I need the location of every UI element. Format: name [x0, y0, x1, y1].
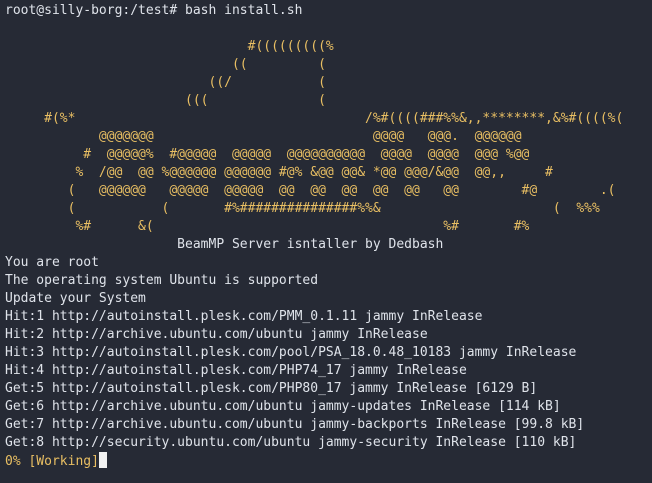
output-line: The operating system Ubuntu is supported — [5, 273, 319, 288]
output-line: Update your System — [5, 291, 146, 306]
output-line: Get:5 http://autoinstall.plesk.com/PHP80… — [5, 381, 538, 396]
output-line: You are root — [5, 255, 99, 270]
output-line: Get:6 http://archive.ubuntu.com/ubuntu j… — [5, 399, 561, 414]
output-line: Get:8 http://security.ubuntu.com/ubuntu … — [5, 435, 577, 450]
ascii-art-line: % /@@ @@ %@@@@@@ @@@@@@ #@% &@@ @@& *@@ … — [5, 165, 553, 180]
output-line: Hit:4 http://autoinstall.plesk.com/PHP74… — [5, 363, 467, 378]
working-status: [Working] — [28, 454, 99, 469]
terminal-window[interactable]: root@silly-borg:/test# bash install.sh #… — [0, 0, 652, 483]
output-line: Hit:3 http://autoinstall.plesk.com/pool/… — [5, 345, 577, 360]
ascii-art-line: #(%* /%#((((###%%&,,********,&%#((((%( — [5, 111, 624, 126]
output-line: Hit:1 http://autoinstall.plesk.com/PMM_0… — [5, 309, 483, 324]
output-line: Hit:2 http://archive.ubuntu.com/ubuntu j… — [5, 327, 428, 342]
ascii-art-line: ( ( #%###############%%& ( %%% — [5, 201, 600, 216]
terminal-cursor — [98, 452, 107, 468]
apt-status-line: 0% [Working] — [5, 452, 652, 470]
ascii-art-line: ( @@@@@@ @@@@@ @@@@@ @@ @@ @@ @@ @@ @@ #… — [5, 183, 616, 198]
progress-percent: 0% — [5, 454, 21, 469]
installer-title: BeamMP Server isntaller by Dedbash — [5, 237, 444, 252]
ascii-art-line: ((( ( — [5, 93, 326, 108]
ascii-art-line: # @@@@@% #@@@@@ @@@@@ @@@@@@@@@@ @@@@ @@… — [5, 147, 530, 162]
prompt-line: root@silly-borg:/test# bash install.sh — [5, 2, 652, 20]
shell-prompt: root@silly-borg:/test# — [5, 3, 178, 18]
ascii-art-line: ((/ ( — [5, 75, 326, 90]
ascii-art-line: #(((((((((% — [5, 39, 334, 54]
ascii-art-logo: #(((((((((% (( ( ((/ ( ((( ( #(%* /%#(((… — [5, 38, 652, 236]
typed-command: bash install.sh — [185, 3, 303, 18]
ascii-art-line: @@@@@@@ @@@@ @@@. @@@@@@ — [5, 129, 522, 144]
ascii-art-line: (( ( — [5, 57, 326, 72]
output-line: Get:7 http://archive.ubuntu.com/ubuntu j… — [5, 417, 585, 432]
ascii-art-line: %# &( %# #% — [5, 219, 530, 234]
